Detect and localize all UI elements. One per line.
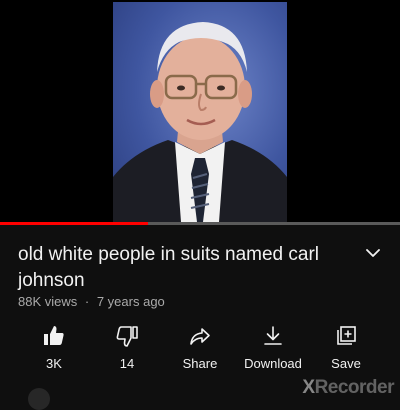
xrecorder-watermark: XRecorder: [302, 377, 394, 398]
video-title[interactable]: old white people in suits named carl joh…: [18, 242, 348, 294]
like-button[interactable]: 3K: [16, 324, 92, 376]
video-meta: 88K views · 7 years ago: [18, 294, 165, 309]
share-button[interactable]: Share: [162, 324, 238, 376]
video-details: old white people in suits named carl joh…: [0, 226, 400, 410]
upload-age: 7 years ago: [96, 294, 165, 309]
view-count: 88K views: [18, 294, 78, 309]
download-icon: [235, 324, 311, 348]
chevron-down-icon[interactable]: [362, 242, 384, 264]
man-portrait-image: [113, 22, 287, 222]
save-button[interactable]: Save: [308, 324, 384, 376]
progress-bar[interactable]: [0, 222, 400, 225]
download-button[interactable]: Download: [235, 324, 311, 376]
share-label: Share: [182, 356, 218, 371]
dislike-button[interactable]: 14: [89, 324, 165, 376]
action-bar: 3K 14 Share Download Save: [0, 324, 400, 376]
dislike-count: 14: [119, 356, 135, 371]
thumbs-up-filled-icon: [16, 324, 92, 348]
save-playlist-icon: [308, 324, 384, 348]
meta-separator: ·: [84, 294, 90, 309]
like-count: 3K: [46, 356, 62, 371]
video-player[interactable]: [0, 0, 400, 225]
download-label: Download: [244, 356, 302, 371]
save-label: Save: [331, 356, 361, 371]
video-frame: [113, 2, 287, 222]
thumbs-down-icon: [89, 324, 165, 348]
share-arrow-icon: [162, 324, 238, 348]
progress-played: [0, 222, 148, 225]
channel-avatar[interactable]: [28, 388, 50, 410]
